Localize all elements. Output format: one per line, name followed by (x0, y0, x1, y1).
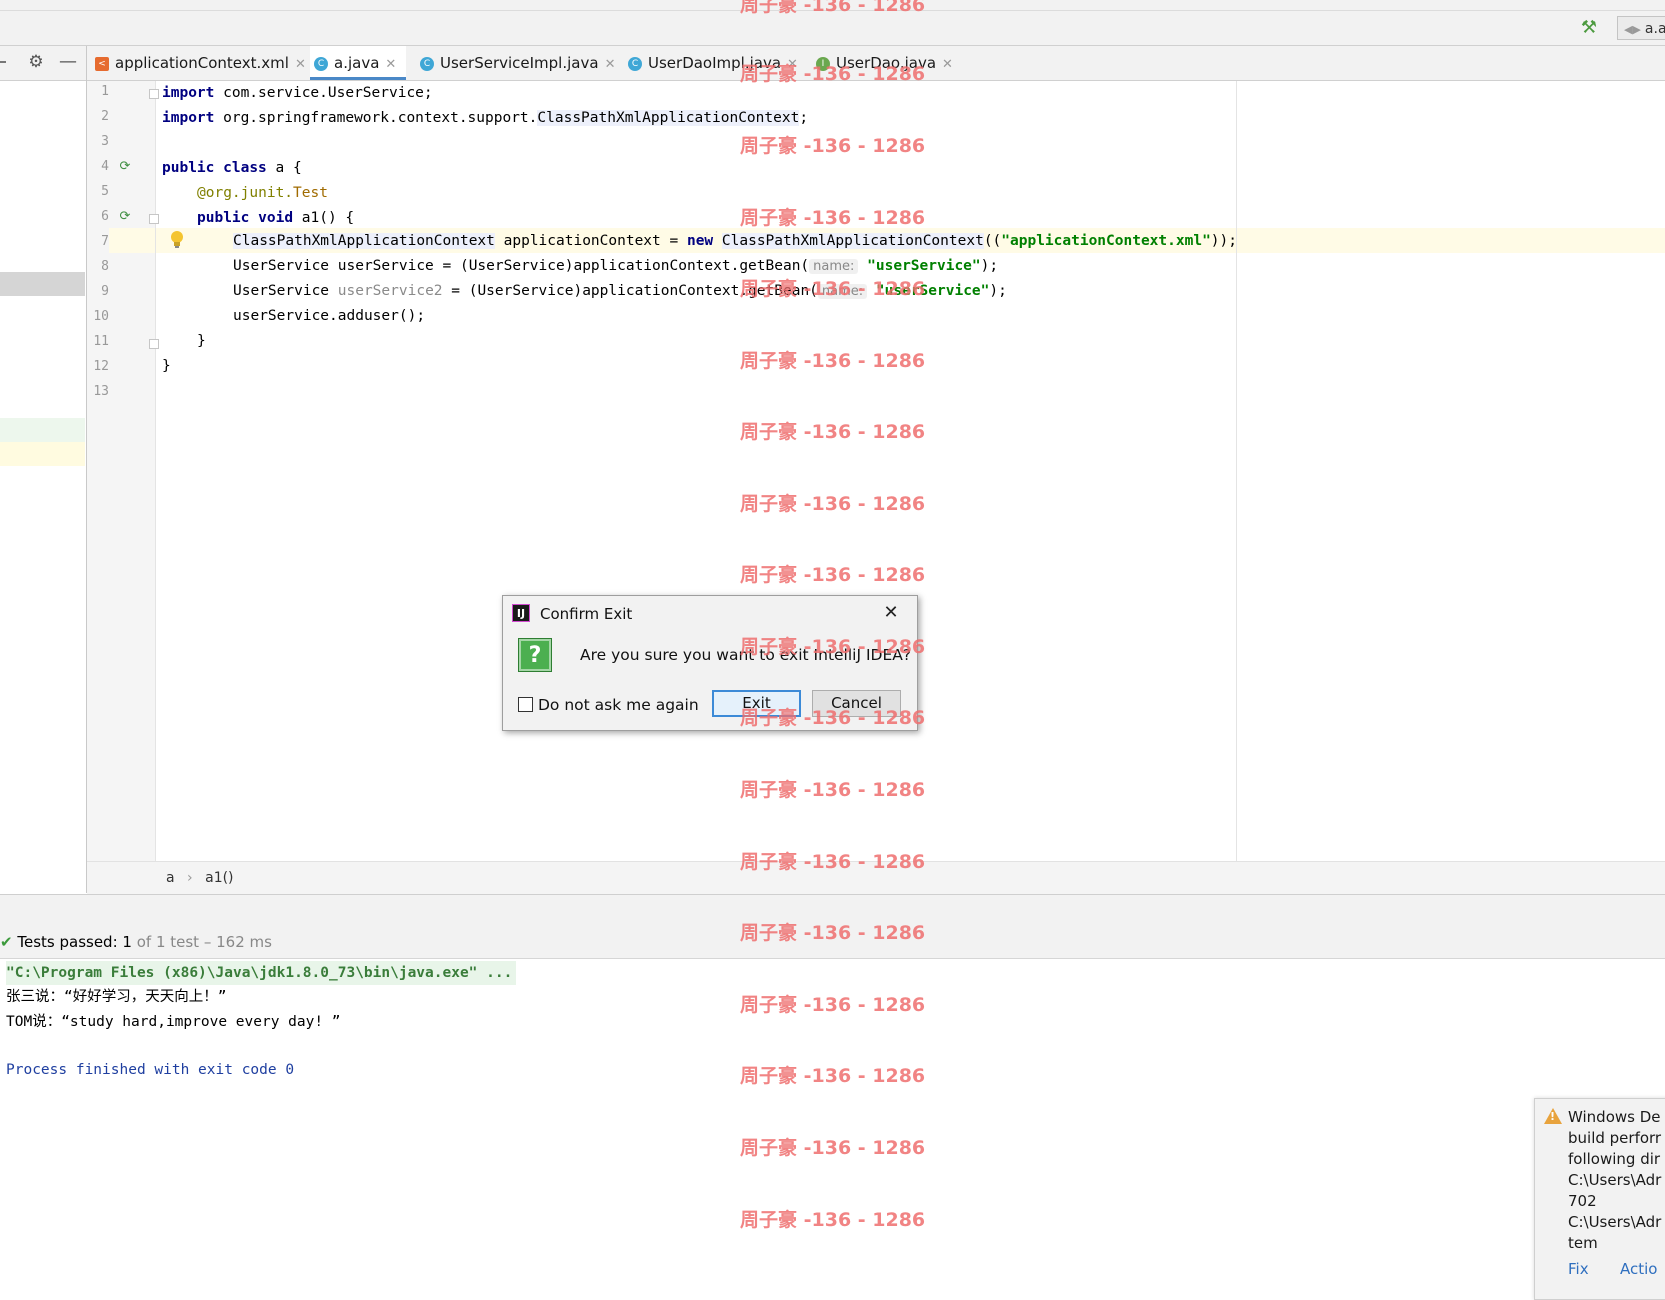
watermark: 周子豪 -136 - 1286 (740, 994, 926, 1016)
close-icon[interactable]: ✕ (942, 57, 953, 72)
minus-icon[interactable]: — (58, 52, 78, 72)
notification-actions-link[interactable]: Actio (1620, 1259, 1657, 1280)
watermark: 周子豪 -136 - 1286 (740, 421, 926, 443)
watermark: 周子豪 -136 - 1286 (740, 135, 926, 157)
project-tree-row[interactable] (0, 418, 85, 442)
code-line[interactable]: userService.adduser(); (233, 304, 425, 329)
line-number: 6 (101, 209, 109, 224)
code-line[interactable]: import org.springframework.context.suppo… (162, 106, 808, 131)
gear-icon[interactable]: ⚙ (26, 52, 46, 72)
tests-passed-detail: of 1 test – 162 ms (131, 933, 272, 951)
line-number: 2 (101, 109, 109, 124)
watermark: 周子豪 -136 - 1286 (740, 350, 926, 372)
java-class-icon: C (314, 56, 328, 71)
parameter-hint: name: (809, 259, 859, 274)
line-number: 5 (101, 184, 109, 199)
right-margin-guide (1236, 81, 1237, 861)
console-output-line: 张三说：“好好学习，天天向上！” (6, 989, 227, 1005)
xml-file-icon: < (95, 56, 109, 71)
close-icon[interactable]: ✕ (880, 602, 902, 624)
notification-text: following dir (1568, 1150, 1661, 1168)
dialog-title: Confirm Exit (540, 605, 633, 623)
watermark: 周子豪 -136 - 1286 (740, 851, 926, 873)
watermark: 周子豪 -136 - 1286 (740, 707, 926, 729)
line-number: 8 (101, 259, 109, 274)
do-not-ask-label[interactable]: Do not ask me again (538, 693, 699, 717)
project-tree-selected-row[interactable] (0, 272, 85, 296)
tab-applicationcontext-xml[interactable]: < applicationContext.xml ✕ (95, 46, 306, 80)
notification-text: tem (1568, 1234, 1598, 1252)
project-tree-row[interactable] (0, 442, 85, 466)
code-line[interactable]: } (197, 329, 206, 354)
watermark: 周子豪 -136 - 1286 (740, 1065, 926, 1087)
notification-text: C:\Users\Adr (1568, 1213, 1662, 1231)
code-line[interactable]: @org.junit.Test (197, 181, 328, 206)
line-number: 10 (93, 309, 109, 324)
check-icon: ✔ (0, 933, 13, 951)
fold-marker-icon[interactable] (149, 89, 159, 99)
line-number: 11 (93, 334, 109, 349)
warning-icon: ! (1544, 1108, 1562, 1124)
line-number: 3 (101, 134, 109, 149)
tests-passed-count: 1 (122, 933, 132, 951)
line-number: 1 (101, 84, 109, 99)
fold-marker-icon[interactable] (149, 339, 159, 349)
line-number: 12 (93, 359, 109, 374)
tests-passed-label: Tests passed: (17, 933, 123, 951)
console-exit-line: Process finished with exit code 0 (6, 1062, 295, 1078)
run-test-icon[interactable]: ⟳ (117, 159, 133, 175)
watermark: 周子豪 -136 - 1286 (740, 63, 926, 85)
tab-userserviceimpl-java[interactable]: C UserServiceImpl.java ✕ (420, 46, 615, 80)
line-number: 9 (101, 284, 109, 299)
do-not-ask-checkbox[interactable] (518, 697, 533, 712)
fold-marker-icon[interactable] (149, 214, 159, 224)
breadcrumb-class[interactable]: a (166, 870, 175, 886)
notification-text: Windows De (1568, 1108, 1661, 1126)
code-line[interactable]: public class a { (162, 156, 302, 181)
tab-a-java[interactable]: Ca.java ✕ (310, 46, 407, 80)
line-number: 4 (101, 159, 109, 174)
notification-text: build perforr (1568, 1129, 1662, 1147)
watermark: 周子豪 -136 - 1286 (740, 779, 926, 801)
close-icon[interactable]: ✕ (295, 57, 306, 72)
console-output-line: TOM说：“study hard,improve every day! ” (6, 1014, 341, 1030)
watermark: 周子豪 -136 - 1286 (740, 636, 926, 658)
run-configuration-selector[interactable]: ◀▶ a.a (1617, 16, 1665, 40)
main-toolbar (0, 11, 1665, 46)
code-line[interactable]: ClassPathXmlApplicationContext applicati… (233, 229, 1237, 254)
panel-edge-mark (0, 61, 6, 63)
question-icon: ? (518, 638, 552, 672)
java-class-icon: C (420, 56, 434, 71)
code-line[interactable]: public void a1() { (197, 206, 354, 231)
close-icon[interactable]: ✕ (605, 57, 616, 72)
notification-text: 702 (1568, 1192, 1597, 1210)
watermark: 周子豪 -136 - 1286 (740, 1137, 926, 1159)
run-config-icon: ◀▶ (1624, 23, 1641, 36)
hammer-icon[interactable]: ⚒ (1578, 17, 1600, 39)
watermark: 周子豪 -136 - 1286 (740, 564, 926, 586)
breadcrumb-method[interactable]: a1() (205, 870, 233, 886)
lightbulb-icon[interactable] (170, 230, 184, 250)
code-line[interactable]: UserService userService = (UserService)a… (233, 254, 998, 279)
intellij-icon: IJ (512, 604, 530, 622)
notification-fix-link[interactable]: Fix (1568, 1259, 1589, 1280)
caret-row-gutter (109, 228, 155, 253)
close-icon[interactable]: ✕ (385, 57, 396, 72)
code-line[interactable]: import com.service.UserService; (162, 81, 433, 106)
run-test-icon[interactable]: ⟳ (117, 209, 133, 225)
watermark: 周子豪 -136 - 1286 (740, 0, 926, 16)
line-number: 13 (93, 384, 109, 399)
watermark: 周子豪 -136 - 1286 (740, 493, 926, 515)
watermark: 周子豪 -136 - 1286 (740, 922, 926, 944)
watermark: 周子豪 -136 - 1286 (740, 207, 926, 229)
line-number: 7 (101, 234, 109, 249)
notification-text: C:\Users\Adr (1568, 1171, 1662, 1189)
project-tool-window[interactable] (0, 46, 87, 893)
code-line[interactable]: } (162, 354, 171, 379)
breadcrumb-separator: › (187, 870, 193, 886)
java-class-icon: C (628, 56, 642, 71)
console-command-line[interactable]: "C:\Program Files (x86)\Java\jdk1.8.0_73… (6, 961, 517, 985)
watermark: 周子豪 -136 - 1286 (740, 278, 926, 300)
watermark: 周子豪 -136 - 1286 (740, 1209, 926, 1231)
